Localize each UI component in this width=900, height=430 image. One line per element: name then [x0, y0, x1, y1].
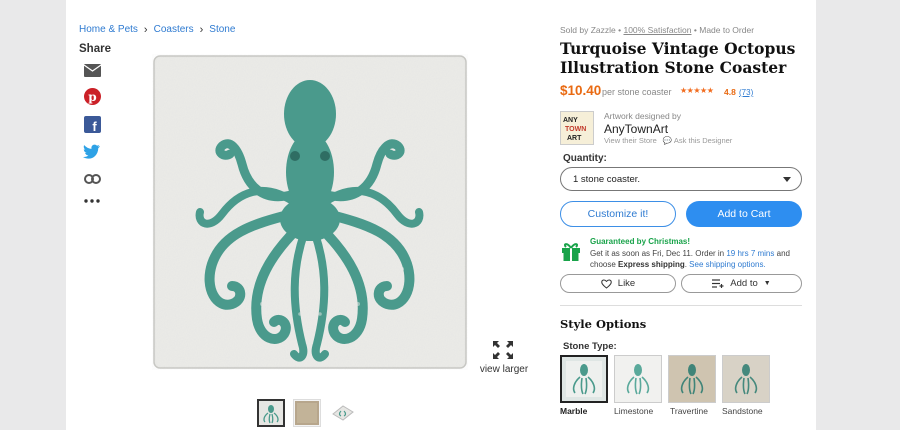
thumbnail-back[interactable]: [293, 399, 321, 427]
christmas-guarantee: Guaranteed by Christmas!: [590, 237, 691, 246]
thumbnail-strip: [257, 399, 357, 427]
svg-text:TOWN: TOWN: [565, 126, 586, 133]
add-to-cart-button[interactable]: Add to Cart: [686, 201, 802, 227]
style-option-sandstone[interactable]: [722, 355, 770, 403]
stone-type-label: Stone Type:: [563, 341, 617, 352]
add-to-button[interactable]: Add to ▼: [681, 274, 802, 293]
style-name-travertine: Travertine: [670, 406, 708, 416]
svg-text:f: f: [92, 119, 97, 133]
chat-icon: 💬: [662, 136, 673, 145]
designer-logo[interactable]: ANY TOWN ART: [560, 111, 594, 145]
made-to-order: Made to Order: [699, 25, 755, 35]
breadcrumb-stone[interactable]: Stone: [209, 24, 235, 35]
style-option-travertine[interactable]: [668, 355, 716, 403]
thumbnail-angle[interactable]: [329, 399, 357, 427]
satisfaction-link[interactable]: 100% Satisfaction: [623, 25, 691, 35]
star-rating-icon[interactable]: ★★★★★: [680, 86, 714, 95]
email-icon[interactable]: [83, 61, 101, 79]
sold-by: Sold by Zazzle: [560, 25, 616, 35]
like-label: Like: [617, 278, 636, 289]
pinterest-icon[interactable]: p: [83, 87, 101, 105]
delivery-choose: choose: [590, 260, 616, 269]
chevron-down-icon: [783, 177, 791, 182]
style-options-title: Style Options: [560, 317, 647, 331]
style-option-limestone[interactable]: [614, 355, 662, 403]
expand-icon[interactable]: [492, 340, 514, 365]
delivery-and: and: [776, 249, 790, 258]
product-image[interactable]: [152, 54, 468, 370]
heart-icon: [601, 279, 612, 289]
caret-down-icon: ▼: [763, 280, 771, 287]
gift-icon: [560, 240, 582, 267]
product-title: Turquoise Vintage Octopus Illustration S…: [560, 39, 796, 77]
svg-text:p: p: [88, 90, 96, 104]
more-icon[interactable]: [83, 192, 101, 210]
view-store-link[interactable]: View their Store: [604, 136, 657, 145]
thumbnail-front[interactable]: [257, 399, 285, 427]
delivery-line: Get it as soon as Fri, Dec 11. Order in: [590, 249, 725, 258]
quantity-select[interactable]: 1 stone coaster.: [560, 167, 802, 191]
delivery-info: Get it as soon as Fri, Dec 11. Order in …: [590, 249, 790, 269]
style-option-marble[interactable]: [560, 355, 608, 403]
seller-meta: Sold by Zazzle • 100% Satisfaction • Mad…: [560, 25, 754, 35]
chevron-right-icon: ›: [143, 23, 148, 36]
customize-button[interactable]: Customize it!: [560, 201, 676, 227]
chevron-right-icon: ›: [199, 23, 204, 36]
designer-name[interactable]: AnyTownArt: [604, 122, 668, 136]
svg-text:ANY: ANY: [563, 117, 578, 124]
breadcrumb-coasters[interactable]: Coasters: [154, 24, 194, 35]
playlist-add-icon: [712, 279, 724, 288]
share-title: Share: [79, 43, 111, 55]
style-name-sandstone: Sandstone: [722, 406, 763, 416]
style-name-marble: Marble: [560, 406, 588, 416]
rating-value: 4.8: [724, 87, 736, 97]
shipping-options-link[interactable]: See shipping options.: [689, 260, 766, 269]
designed-by-label: Artwork designed by: [604, 111, 682, 121]
link-icon[interactable]: [83, 170, 101, 188]
ask-designer-link[interactable]: Ask this Designer: [674, 136, 732, 145]
breadcrumb-home-pets[interactable]: Home & Pets: [79, 24, 138, 35]
express-shipping: Express shipping: [618, 260, 685, 269]
add-to-label: Add to: [730, 278, 758, 289]
quantity-value: 1 stone coaster.: [573, 174, 641, 185]
breadcrumb: Home & Pets › Coasters › Stone: [79, 24, 235, 35]
designer-links: View their Store 💬 Ask this Designer: [604, 136, 732, 145]
twitter-icon[interactable]: [83, 142, 101, 160]
view-larger-link[interactable]: view larger: [478, 364, 530, 375]
divider: [560, 305, 802, 306]
quantity-label: Quantity:: [563, 153, 607, 164]
reviews-link[interactable]: (73): [739, 88, 753, 97]
facebook-icon[interactable]: f: [83, 115, 101, 133]
svg-text:ART: ART: [567, 135, 582, 142]
style-name-limestone: Limestone: [614, 406, 654, 416]
order-countdown: 19 hrs 7 mins: [726, 249, 775, 258]
like-button[interactable]: Like: [560, 274, 676, 293]
price: $10.40: [560, 83, 602, 98]
price-unit: per stone coaster: [602, 87, 672, 97]
